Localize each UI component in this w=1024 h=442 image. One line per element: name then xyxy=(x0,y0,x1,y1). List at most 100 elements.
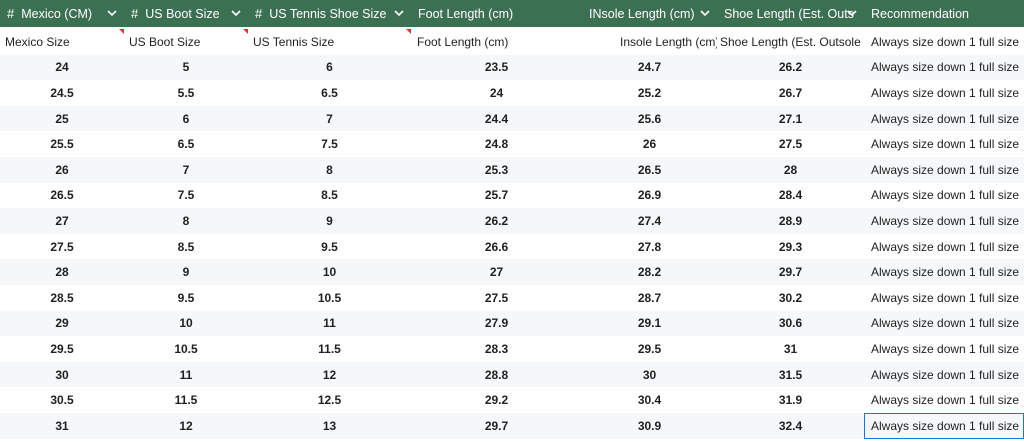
table-cell[interactable]: 28.4 xyxy=(717,183,864,209)
table-cell[interactable]: Always size down 1 full size xyxy=(864,157,1024,183)
table-cell[interactable]: 25.7 xyxy=(411,183,582,209)
table-cell[interactable]: 28.7 xyxy=(582,285,717,311)
column-header-3[interactable]: Foot Length (cm) xyxy=(411,0,582,27)
table-cell[interactable]: 11 xyxy=(248,311,411,337)
table-cell[interactable]: 7.5 xyxy=(124,183,248,209)
table-cell[interactable]: 8 xyxy=(124,208,248,234)
table-cell[interactable]: 6 xyxy=(248,55,411,81)
table-cell[interactable]: 26.5 xyxy=(0,183,124,209)
table-cell[interactable]: 31 xyxy=(717,336,864,362)
table-cell[interactable]: 32.4 xyxy=(717,413,864,439)
chevron-down-icon[interactable] xyxy=(230,7,242,19)
table-cell[interactable]: 24 xyxy=(411,80,582,106)
table-cell[interactable]: 28.2 xyxy=(582,259,717,285)
subheader-cell[interactable]: Always size down 1 full size xyxy=(864,29,1024,55)
table-cell[interactable]: 13 xyxy=(248,413,411,439)
table-cell[interactable]: Always size down 1 full size xyxy=(864,234,1024,260)
table-cell[interactable]: 30 xyxy=(582,362,717,388)
column-header-4[interactable]: INsole Length (cm) xyxy=(582,0,717,27)
table-cell[interactable]: Always size down 1 full size xyxy=(864,106,1024,132)
table-cell[interactable]: Always size down 1 full size xyxy=(864,362,1024,388)
table-cell[interactable]: 12 xyxy=(124,413,248,439)
table-cell[interactable]: 27.9 xyxy=(411,311,582,337)
table-cell[interactable]: 24.5 xyxy=(0,80,124,106)
table-cell[interactable]: 29.5 xyxy=(0,336,124,362)
table-cell[interactable]: Always size down 1 full size xyxy=(864,183,1024,209)
table-cell[interactable]: 11 xyxy=(124,362,248,388)
table-cell[interactable]: 10.5 xyxy=(124,336,248,362)
table-cell[interactable]: 26.2 xyxy=(717,55,864,81)
table-cell[interactable]: 28.5 xyxy=(0,285,124,311)
table-cell[interactable]: 10 xyxy=(124,311,248,337)
table-cell[interactable]: 29.2 xyxy=(411,387,582,413)
table-cell[interactable]: 24.8 xyxy=(411,131,582,157)
table-cell[interactable]: 11.5 xyxy=(124,387,248,413)
subheader-cell[interactable]: Insole Length (cm) xyxy=(582,29,717,55)
table-cell[interactable]: 30.6 xyxy=(717,311,864,337)
chevron-down-icon[interactable] xyxy=(393,7,405,19)
table-cell[interactable]: 27.5 xyxy=(717,131,864,157)
chevron-down-icon[interactable] xyxy=(846,7,858,19)
table-cell[interactable]: 5 xyxy=(124,55,248,81)
table-cell[interactable]: 7 xyxy=(124,157,248,183)
column-header-2[interactable]: # US Tennis Shoe Size xyxy=(248,0,411,27)
chevron-down-icon[interactable] xyxy=(699,7,711,19)
table-cell[interactable]: 8.5 xyxy=(124,234,248,260)
table-cell[interactable]: 24.7 xyxy=(582,55,717,81)
table-cell[interactable]: 28.8 xyxy=(411,362,582,388)
table-cell[interactable]: 12.5 xyxy=(248,387,411,413)
table-cell[interactable]: Always size down 1 full size xyxy=(864,131,1024,157)
table-cell[interactable]: 10 xyxy=(248,259,411,285)
table-cell[interactable]: 27.1 xyxy=(717,106,864,132)
table-cell[interactable]: 24.4 xyxy=(411,106,582,132)
column-header-0[interactable]: # Mexico (CM) xyxy=(0,0,124,27)
table-cell[interactable]: 31.5 xyxy=(717,362,864,388)
table-cell[interactable]: 29.7 xyxy=(411,413,582,439)
subheader-cell[interactable]: US Tennis Size xyxy=(248,29,411,55)
table-cell[interactable]: 9.5 xyxy=(124,285,248,311)
subheader-cell[interactable]: Shoe Length (Est. Outsole ( xyxy=(717,29,864,55)
table-cell[interactable]: 5.5 xyxy=(124,80,248,106)
table-cell[interactable]: 12 xyxy=(248,362,411,388)
table-cell[interactable]: 25 xyxy=(0,106,124,132)
table-cell[interactable]: Always size down 1 full size xyxy=(864,387,1024,413)
table-cell[interactable]: 26.6 xyxy=(411,234,582,260)
table-cell[interactable]: 30.5 xyxy=(0,387,124,413)
table-cell[interactable]: 8 xyxy=(248,157,411,183)
table-cell[interactable]: 27 xyxy=(411,259,582,285)
table-cell[interactable]: 29.1 xyxy=(582,311,717,337)
table-cell[interactable]: Always size down 1 full size xyxy=(864,285,1024,311)
table-cell[interactable]: 31.9 xyxy=(717,387,864,413)
table-cell[interactable]: Always size down 1 full size xyxy=(864,311,1024,337)
table-cell[interactable]: 29.3 xyxy=(717,234,864,260)
table-cell[interactable]: 29 xyxy=(0,311,124,337)
table-cell[interactable]: 27.8 xyxy=(582,234,717,260)
table-cell[interactable]: 25.5 xyxy=(0,131,124,157)
table-cell[interactable]: 25.6 xyxy=(582,106,717,132)
table-cell[interactable]: 6 xyxy=(124,106,248,132)
table-cell[interactable]: 27.5 xyxy=(411,285,582,311)
table-cell[interactable]: Always size down 1 full size xyxy=(864,80,1024,106)
table-cell[interactable]: 29.7 xyxy=(717,259,864,285)
table-cell[interactable]: Always size down 1 full size xyxy=(864,336,1024,362)
table-cell[interactable]: 24 xyxy=(0,55,124,81)
table-cell[interactable]: 28.3 xyxy=(411,336,582,362)
table-cell[interactable]: 9.5 xyxy=(248,234,411,260)
chevron-down-icon[interactable] xyxy=(106,7,118,19)
table-cell[interactable]: 23.5 xyxy=(411,55,582,81)
subheader-cell[interactable]: Foot Length (cm) xyxy=(411,29,582,55)
column-header-5[interactable]: Shoe Length (Est. Outs xyxy=(717,0,864,27)
column-header-1[interactable]: # US Boot Size xyxy=(124,0,248,27)
table-cell[interactable]: Always size down 1 full size xyxy=(864,55,1024,81)
table-cell[interactable]: 29.5 xyxy=(582,336,717,362)
table-cell[interactable]: 27.5 xyxy=(0,234,124,260)
table-cell[interactable]: Always size down 1 full size xyxy=(864,208,1024,234)
table-cell[interactable]: 30 xyxy=(0,362,124,388)
table-cell[interactable]: 26.9 xyxy=(582,183,717,209)
column-header-6[interactable]: Recommendation xyxy=(864,0,1024,27)
table-cell[interactable]: 7.5 xyxy=(248,131,411,157)
table-cell[interactable]: 6.5 xyxy=(124,131,248,157)
table-cell[interactable]: 27.4 xyxy=(582,208,717,234)
table-cell[interactable]: 10.5 xyxy=(248,285,411,311)
table-cell[interactable]: 30.9 xyxy=(582,413,717,439)
